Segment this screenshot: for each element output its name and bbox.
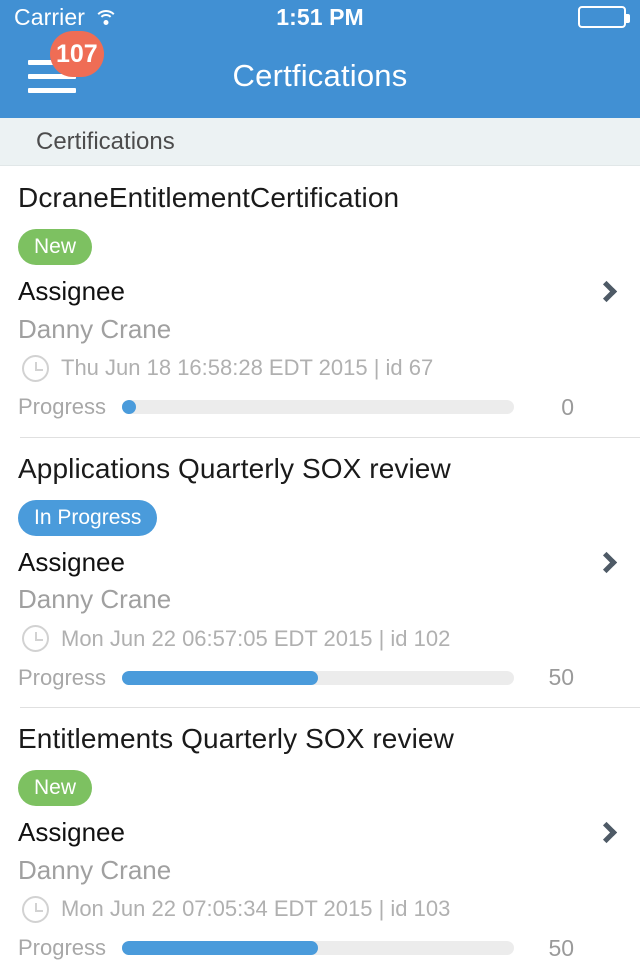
assignee-label: Assignee [18, 546, 125, 577]
progress-bar [122, 400, 515, 415]
timestamp-and-id: Mon Jun 22 06:57:05 EDT 2015 | id 102 [61, 625, 451, 651]
meta-row: Thu Jun 18 16:58:28 EDT 2015 | id 67 [0, 347, 640, 382]
wifi-icon [94, 8, 119, 26]
progress-bar-fill [122, 670, 319, 685]
clock-icon [22, 895, 49, 923]
progress-value: 50 [548, 664, 575, 691]
meta-row: Mon Jun 22 07:05:34 EDT 2015 | id 103 [0, 888, 640, 923]
page-title: Certfications [232, 58, 408, 93]
status-badge: New [18, 229, 93, 265]
list-item[interactable]: Applications Quarterly SOX review In Pro… [0, 436, 640, 708]
progress-row: Progress 50 [0, 923, 640, 960]
assignee-name: Danny Crane [18, 854, 172, 885]
list-item[interactable]: DcraneEntitlementCertification New Assig… [0, 166, 640, 437]
certification-list: DcraneEntitlementCertification New Assig… [0, 166, 640, 960]
assignee-label: Assignee [18, 817, 125, 848]
certification-title: Applications Quarterly SOX review [18, 452, 451, 484]
status-badge: New [18, 770, 93, 807]
clock-icon [22, 625, 49, 653]
progress-label: Progress [18, 935, 107, 960]
progress-bar [122, 941, 515, 956]
timestamp-and-id: Mon Jun 22 07:05:34 EDT 2015 | id 103 [61, 896, 451, 922]
progress-value: 0 [561, 393, 575, 420]
section-header: Certifications [0, 118, 640, 166]
progress-row: Progress 50 [0, 652, 640, 691]
carrier-label: Carrier [14, 3, 85, 30]
status-badge: In Progress [18, 499, 158, 536]
navigation-bar: 107 Certfications [0, 31, 640, 118]
status-bar-right [578, 6, 630, 28]
meta-row: Mon Jun 22 06:57:05 EDT 2015 | id 102 [0, 617, 640, 653]
assignee-name: Danny Crane [18, 584, 172, 615]
list-item[interactable]: Entitlements Quarterly SOX review New As… [0, 707, 640, 960]
certification-title: DcraneEntitlementCertification [18, 182, 400, 213]
progress-bar-fill [122, 400, 137, 415]
progress-label: Progress [18, 394, 107, 420]
battery-icon [578, 6, 630, 28]
progress-row: Progress 0 [0, 382, 640, 421]
progress-bar [122, 670, 515, 685]
certification-title: Entitlements Quarterly SOX review [18, 723, 454, 755]
timestamp-and-id: Thu Jun 18 16:58:28 EDT 2015 | id 67 [61, 355, 434, 381]
status-bar-left: Carrier [14, 3, 119, 30]
progress-label: Progress [18, 664, 107, 690]
assignee-name: Danny Crane [18, 313, 172, 344]
progress-bar-fill [122, 941, 319, 956]
clock-icon [22, 354, 49, 382]
progress-value: 50 [548, 934, 575, 960]
status-bar: Carrier 1:51 PM [0, 0, 640, 34]
assignee-label: Assignee [18, 276, 125, 306]
